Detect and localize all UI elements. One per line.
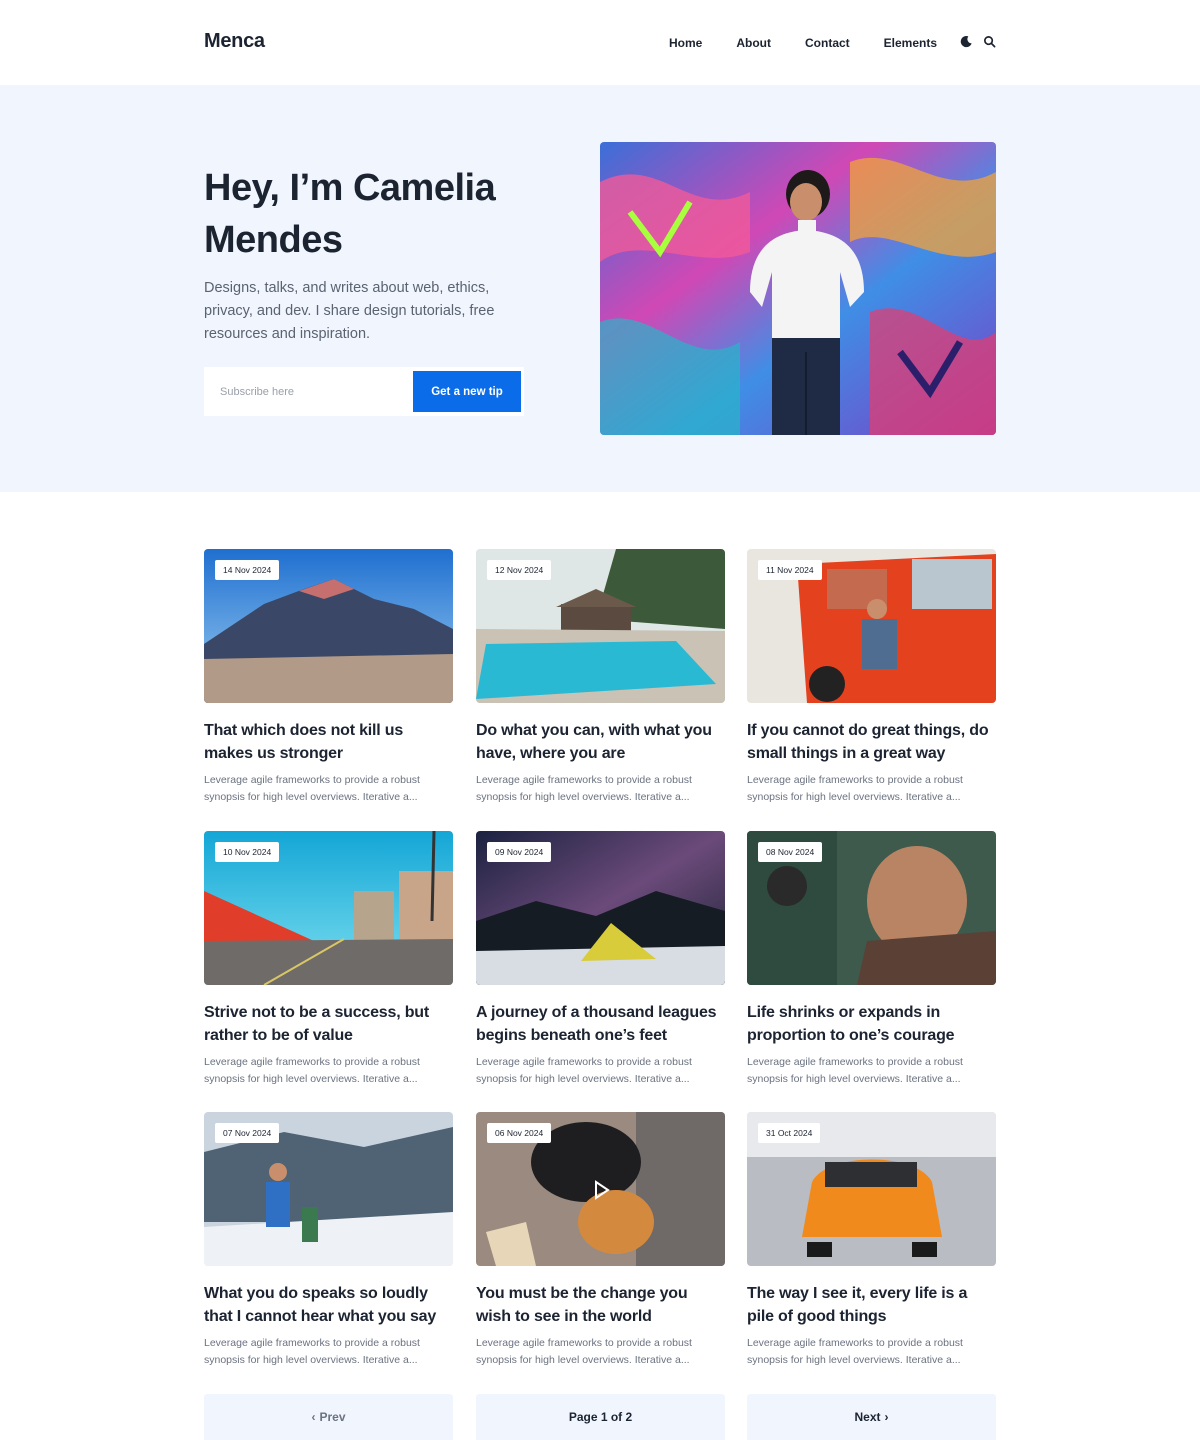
post-excerpt: Leverage agile frameworks to provide a r… xyxy=(204,1056,420,1085)
next-label: Next xyxy=(854,1410,881,1424)
post-card[interactable]: 31 Oct 2024 The way I see it, every life… xyxy=(747,1112,996,1369)
post-card[interactable]: 07 Nov 2024 What you do speaks so loudly… xyxy=(204,1112,453,1369)
post-card[interactable]: 09 Nov 2024 A journey of a thousand leag… xyxy=(476,831,725,1088)
post-image-van[interactable]: 11 Nov 2024 xyxy=(747,549,996,703)
site-logo[interactable]: Menca xyxy=(204,30,265,53)
nav-home[interactable]: Home xyxy=(669,36,702,50)
post-excerpt: Leverage agile frameworks to provide a r… xyxy=(204,1337,420,1366)
post-title[interactable]: If you cannot do great things, do small … xyxy=(747,719,996,765)
hero-description: Designs, talks, and writes about web, et… xyxy=(204,280,495,342)
post-image-palm-street[interactable]: 10 Nov 2024 xyxy=(204,831,453,985)
post-image-orange-car[interactable]: 31 Oct 2024 xyxy=(747,1112,996,1266)
date-badge: 06 Nov 2024 xyxy=(487,1123,552,1143)
next-page-button[interactable]: Next › xyxy=(747,1394,996,1440)
hero-title: Hey, I’m Camelia Mendes xyxy=(204,167,496,261)
post-excerpt: Leverage agile frameworks to provide a r… xyxy=(204,774,420,803)
header-icons xyxy=(960,35,996,48)
post-image-pool[interactable]: 12 Nov 2024 xyxy=(476,549,725,703)
prev-page-button[interactable]: ‹ Prev xyxy=(204,1394,453,1440)
date-badge: 10 Nov 2024 xyxy=(215,842,280,862)
post-image-dog-cafe[interactable]: 06 Nov 2024 xyxy=(476,1112,725,1266)
chevron-left-icon: ‹ xyxy=(311,1410,316,1424)
date-badge: 07 Nov 2024 xyxy=(215,1123,280,1143)
post-card[interactable]: 10 Nov 2024 Strive not to be a success, … xyxy=(204,831,453,1088)
date-badge: 09 Nov 2024 xyxy=(487,842,552,862)
post-title[interactable]: The way I see it, every life is a pile o… xyxy=(747,1282,996,1328)
post-card[interactable]: 06 Nov 2024 You must be the change you w… xyxy=(476,1112,725,1369)
post-card[interactable]: 12 Nov 2024 Do what you can, with what y… xyxy=(476,549,725,806)
post-excerpt: Leverage agile frameworks to provide a r… xyxy=(476,1056,692,1085)
post-excerpt: Leverage agile frameworks to provide a r… xyxy=(476,1337,692,1366)
post-image-tent-night[interactable]: 09 Nov 2024 xyxy=(476,831,725,985)
post-title[interactable]: What you do speaks so loudly that I cann… xyxy=(204,1282,453,1328)
date-badge: 12 Nov 2024 xyxy=(487,560,552,580)
post-image-snow-hikers[interactable]: 07 Nov 2024 xyxy=(204,1112,453,1266)
date-badge: 31 Oct 2024 xyxy=(758,1123,821,1143)
post-title[interactable]: Strive not to be a success, but rather t… xyxy=(204,1001,453,1047)
post-title[interactable]: You must be the change you wish to see i… xyxy=(476,1282,725,1328)
chevron-right-icon: › xyxy=(884,1410,889,1424)
post-card[interactable]: 08 Nov 2024 Life shrinks or expands in p… xyxy=(747,831,996,1088)
post-card[interactable]: 14 Nov 2024 That which does not kill us … xyxy=(204,549,453,806)
post-excerpt: Leverage agile frameworks to provide a r… xyxy=(476,774,692,803)
nav-elements[interactable]: Elements xyxy=(884,36,937,50)
search-icon[interactable] xyxy=(983,35,996,48)
prev-label: Prev xyxy=(319,1410,346,1424)
date-badge: 11 Nov 2024 xyxy=(758,560,822,580)
hero-portrait-image xyxy=(600,142,996,435)
nav-contact[interactable]: Contact xyxy=(805,36,850,50)
post-title[interactable]: Do what you can, with what you have, whe… xyxy=(476,719,725,765)
date-badge: 14 Nov 2024 xyxy=(215,560,280,580)
main-nav: Home About Contact Elements xyxy=(652,36,954,50)
post-title[interactable]: A journey of a thousand leagues begins b… xyxy=(476,1001,725,1047)
post-excerpt: Leverage agile frameworks to provide a r… xyxy=(747,1056,963,1085)
post-excerpt: Leverage agile frameworks to provide a r… xyxy=(747,774,963,803)
date-badge: 08 Nov 2024 xyxy=(758,842,823,862)
play-icon[interactable] xyxy=(587,1176,615,1209)
nav-about[interactable]: About xyxy=(736,36,771,50)
post-title[interactable]: That which does not kill us makes us str… xyxy=(204,719,453,765)
subscribe-input[interactable] xyxy=(204,367,412,416)
post-excerpt: Leverage agile frameworks to provide a r… xyxy=(747,1337,963,1366)
moon-icon[interactable] xyxy=(960,35,973,48)
post-title[interactable]: Life shrinks or expands in proportion to… xyxy=(747,1001,996,1047)
subscribe-form: Get a new tip xyxy=(204,367,524,416)
page-indicator: Page 1 of 2 xyxy=(476,1394,725,1440)
post-image-mountain[interactable]: 14 Nov 2024 xyxy=(204,549,453,703)
post-card[interactable]: 11 Nov 2024 If you cannot do great thing… xyxy=(747,549,996,806)
get-tip-button[interactable]: Get a new tip xyxy=(413,371,521,412)
site-header: Menca Home About Contact Elements xyxy=(0,0,1200,85)
post-image-laughing-man[interactable]: 08 Nov 2024 xyxy=(747,831,996,985)
